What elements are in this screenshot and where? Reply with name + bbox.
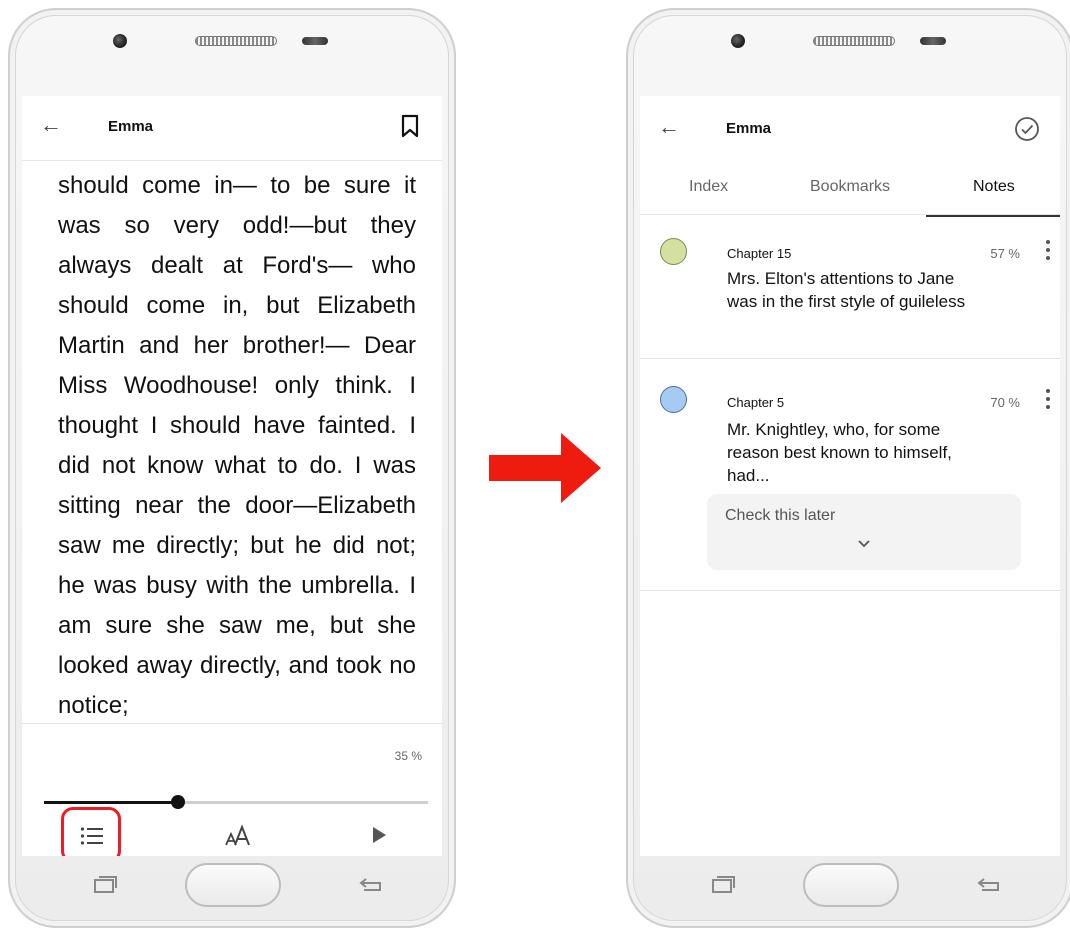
back-arrow-icon[interactable]: ← [40,112,62,138]
note-chapter: Chapter 5 [727,395,785,410]
reading-text: should come in— to be sure it was so ver… [58,166,416,726]
home-button [185,863,281,907]
book-title: Emma [108,118,154,135]
more-options-icon[interactable] [1046,389,1050,413]
transition-arrow-icon [489,433,601,503]
note-percent: 70 % [990,395,1020,410]
active-tab-indicator [926,215,1060,217]
front-camera [113,34,127,48]
check-circle-icon[interactable] [1014,116,1040,147]
reading-paragraph: should come in— to be sure it was so ver… [58,172,416,719]
proximity-sensor [302,37,328,45]
font-size-icon[interactable] [224,823,252,853]
book-title: Emma [726,120,772,137]
return-icon [976,874,1004,898]
progress-knob[interactable] [171,795,186,809]
progress-slider[interactable] [44,795,428,809]
chevron-down-icon[interactable] [857,536,871,554]
note-text: Mrs. Elton's attentions to Jane was in t… [727,269,966,311]
return-icon [358,874,386,898]
bookmark-icon[interactable] [400,114,420,143]
list-icon[interactable] [80,826,104,851]
progress-fill [44,801,179,804]
phone-frame-left: ← Emma should come in— to be sure it was… [8,8,456,928]
note-item[interactable]: Chapter 15 57 % Mrs. Elton's attentions … [640,218,1060,359]
notes-top-bar: ← Emma [640,96,1060,160]
note-comment-text: Check this later [725,507,836,524]
note-chapter: Chapter 15 [727,246,792,261]
tab-notes[interactable]: Notes [973,178,1015,196]
progress-percent: 35 % [394,749,422,763]
notes-tabs: Index Bookmarks Notes [640,162,1060,215]
reader-screen: ← Emma should come in— to be sure it was… [22,96,442,856]
note-color-dot [660,238,687,265]
note-percent: 57 % [990,246,1020,261]
earpiece-speaker [813,36,895,46]
phone-frame-right: ← Emma Index Bookmarks Notes Chapter 15 … [626,8,1070,928]
recent-apps-icon [710,874,736,898]
divider [22,723,442,724]
home-button [803,863,899,907]
reader-top-bar: ← Emma [22,96,442,161]
proximity-sensor [920,37,946,45]
front-camera [731,34,745,48]
note-comment-box[interactable]: Check this later [707,494,1021,570]
more-options-icon[interactable] [1046,240,1050,264]
tab-bookmarks[interactable]: Bookmarks [810,178,890,196]
earpiece-speaker [195,36,277,46]
recent-apps-icon [92,874,118,898]
tab-index[interactable]: Index [689,178,728,196]
note-text: Mr. Knightley, who, for some reason best… [727,420,952,485]
notes-screen: ← Emma Index Bookmarks Notes Chapter 15 … [640,96,1060,856]
back-arrow-icon[interactable]: ← [658,114,680,140]
note-color-dot [660,386,687,413]
play-icon[interactable] [373,827,386,843]
